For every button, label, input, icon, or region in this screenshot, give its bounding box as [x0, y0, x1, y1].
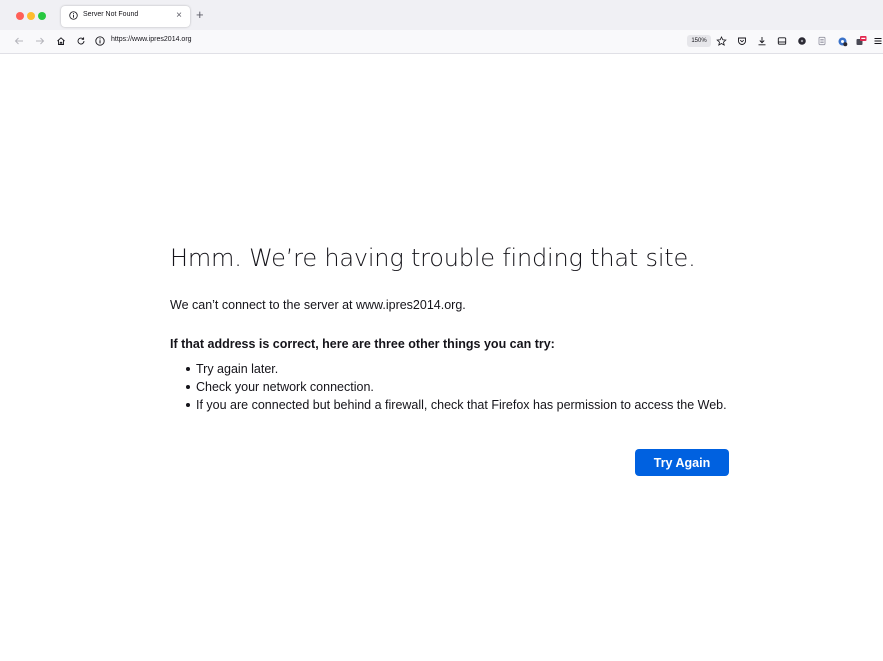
tab-title: Server Not Found [83, 11, 139, 18]
plus-icon[interactable]: + [196, 6, 204, 24]
list-item: Try again later. [170, 360, 727, 378]
list-item: If you are connected but behind a firewa… [170, 396, 727, 414]
extension-gear-icon[interactable] [836, 35, 848, 47]
zoom-level-badge[interactable]: 150% [687, 35, 711, 47]
back-arrow-icon[interactable] [12, 34, 26, 48]
window-maximize-button[interactable] [38, 12, 46, 20]
home-icon[interactable] [54, 34, 68, 48]
extension-red-badge-icon[interactable] [855, 35, 867, 47]
hamburger-menu-icon[interactable] [872, 35, 883, 47]
close-icon[interactable]: × [176, 9, 182, 23]
pocket-icon[interactable] [736, 35, 748, 47]
reload-icon[interactable] [74, 34, 88, 48]
tab-bar: Server Not Found × + [0, 0, 883, 30]
error-title: Hmm. We’re having trouble finding that s… [170, 244, 696, 272]
url-bar[interactable]: https://www.ipres2014.org [95, 34, 675, 49]
list-item: Check your network connection. [170, 378, 727, 396]
url-text[interactable]: https://www.ipres2014.org [111, 36, 192, 43]
bookmark-star-icon[interactable] [715, 35, 727, 47]
error-description: We can’t connect to the server at www.ip… [170, 298, 466, 312]
window-minimize-button[interactable] [27, 12, 35, 20]
nav-bar: https://www.ipres2014.org 150% [0, 30, 883, 54]
tab-server-not-found[interactable]: Server Not Found × [61, 6, 190, 27]
suggestions-list: Try again later. Check your network conn… [170, 360, 727, 414]
suggestions-heading: If that address is correct, here are thr… [170, 337, 555, 351]
reader-icon[interactable] [816, 35, 828, 47]
sidebar-icon[interactable] [776, 35, 788, 47]
extension-dark-circle-icon[interactable] [796, 35, 808, 47]
info-circle-icon [69, 11, 78, 20]
info-circle-icon[interactable] [95, 36, 105, 46]
try-again-button[interactable]: Try Again [635, 449, 729, 476]
window-close-button[interactable] [16, 12, 24, 20]
forward-arrow-icon[interactable] [33, 34, 47, 48]
downloads-icon[interactable] [756, 35, 768, 47]
